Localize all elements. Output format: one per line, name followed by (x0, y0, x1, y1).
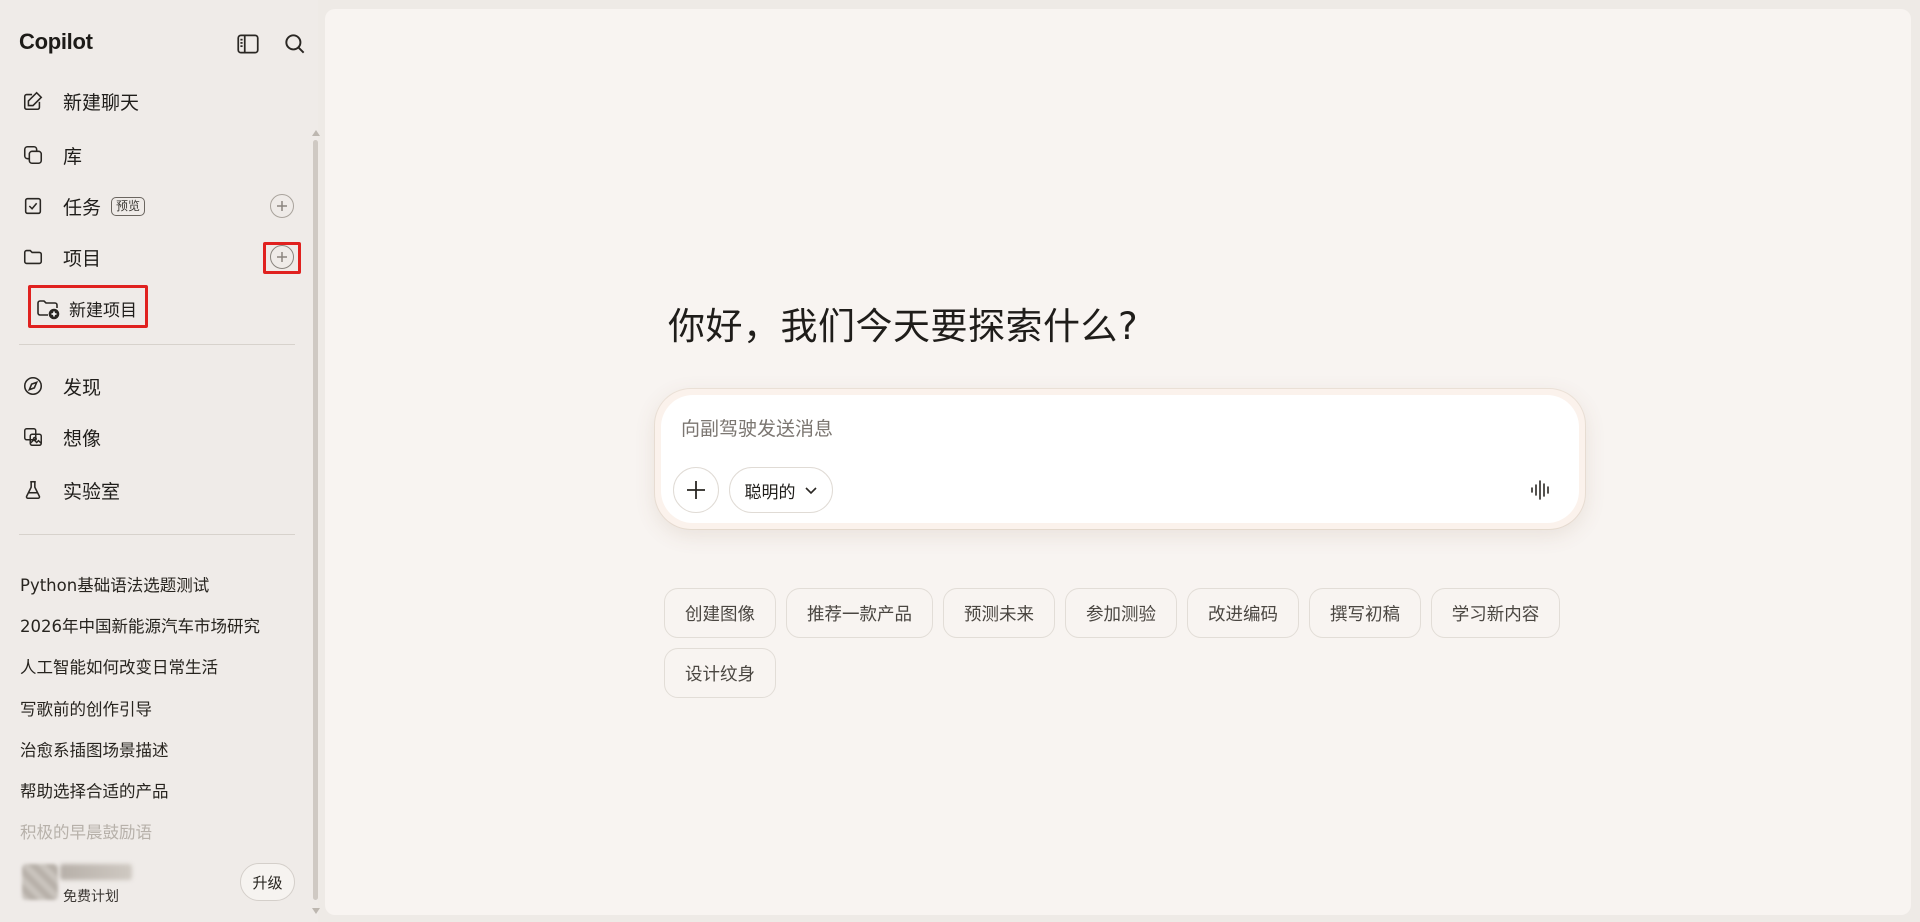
suggestion-chip[interactable]: 推荐一款产品 (786, 588, 933, 638)
labs-item[interactable]: 实验室 (16, 470, 298, 510)
recent-chat-item[interactable]: Python基础语法选题测试 (20, 572, 209, 596)
suggestion-chip[interactable]: 参加测验 (1065, 588, 1177, 638)
folder-icon (20, 244, 46, 270)
discover-item[interactable]: 发现 (16, 366, 298, 406)
library-icon (20, 142, 46, 168)
sidebar: Copilot 新建聊天 库 任务 预览 项目 新建项目 发现 想像 实验室 P… (0, 0, 320, 922)
recent-chat-item[interactable]: 人工智能如何改变日常生活 (20, 654, 218, 678)
greeting-title: 你好，我们今天要探索什么? (668, 305, 1139, 348)
recent-chat-item[interactable]: 治愈系插图场景描述 (20, 737, 169, 761)
library-item[interactable]: 库 (16, 135, 298, 175)
sidebar-toggle-icon[interactable] (235, 31, 261, 57)
username-blurred (60, 864, 132, 880)
chevron-down-icon (804, 487, 817, 495)
message-input[interactable] (681, 416, 1381, 442)
suggestion-chip[interactable]: 改进编码 (1187, 588, 1299, 638)
projects-item[interactable]: 项目 (16, 237, 298, 277)
imagine-item[interactable]: 想像 (16, 417, 298, 457)
sidebar-scrollbar[interactable] (313, 140, 318, 900)
voice-waveform-icon (1531, 480, 1549, 500)
plus-icon (687, 481, 705, 499)
recent-chat-item[interactable]: 2026年中国新能源汽车市场研究 (20, 613, 260, 637)
divider (19, 534, 295, 535)
new-project-item[interactable]: 新建项目 (31, 291, 144, 325)
discover-label: 发现 (63, 376, 102, 399)
mode-label: 聪明的 (744, 482, 796, 503)
plan-label: 免费计划 (63, 889, 119, 905)
tasks-label: 任务 (63, 196, 102, 219)
image-icon (20, 424, 46, 450)
add-project-button[interactable] (270, 245, 294, 269)
checkbox-icon (20, 193, 46, 219)
preview-badge: 预览 (111, 196, 146, 216)
voice-button[interactable] (1526, 475, 1556, 505)
recent-chat-item[interactable]: 帮助选择合适的产品 (20, 778, 169, 802)
suggestion-chip[interactable]: 创建图像 (664, 588, 776, 638)
user-profile[interactable]: 免费计划 (12, 862, 132, 906)
scroll-down-arrow[interactable] (312, 908, 320, 914)
edit-icon (20, 88, 46, 114)
recent-chat-item[interactable]: 写歌前的创作引导 (20, 696, 152, 720)
divider (19, 344, 295, 345)
library-label: 库 (63, 145, 83, 168)
mode-selector[interactable]: 聪明的 (729, 467, 833, 513)
tasks-item[interactable]: 任务 预览 (16, 186, 298, 226)
suggestion-chip[interactable]: 撰写初稿 (1309, 588, 1421, 638)
flask-icon (20, 477, 46, 503)
brand-logo: Copilot (19, 29, 93, 54)
search-icon[interactable] (282, 31, 308, 57)
compass-icon (20, 373, 46, 399)
scroll-up-arrow[interactable] (312, 130, 320, 136)
folder-add-icon (35, 295, 61, 321)
suggestion-chip[interactable]: 设计纹身 (664, 648, 776, 698)
new-chat-label: 新建聊天 (63, 91, 140, 114)
attach-button[interactable] (673, 467, 719, 513)
imagine-label: 想像 (63, 427, 102, 450)
add-task-button[interactable] (270, 194, 294, 218)
new-chat-item[interactable]: 新建聊天 (16, 81, 298, 121)
new-project-label: 新建项目 (69, 300, 137, 321)
avatar (22, 864, 58, 900)
labs-label: 实验室 (63, 480, 121, 503)
projects-label: 项目 (63, 247, 102, 270)
upgrade-button[interactable]: 升级 (240, 863, 295, 901)
suggestion-chip[interactable]: 预测未来 (943, 588, 1055, 638)
recent-chat-item[interactable]: 积极的早晨鼓励语 (20, 819, 152, 843)
suggestion-chip[interactable]: 学习新内容 (1431, 588, 1560, 638)
